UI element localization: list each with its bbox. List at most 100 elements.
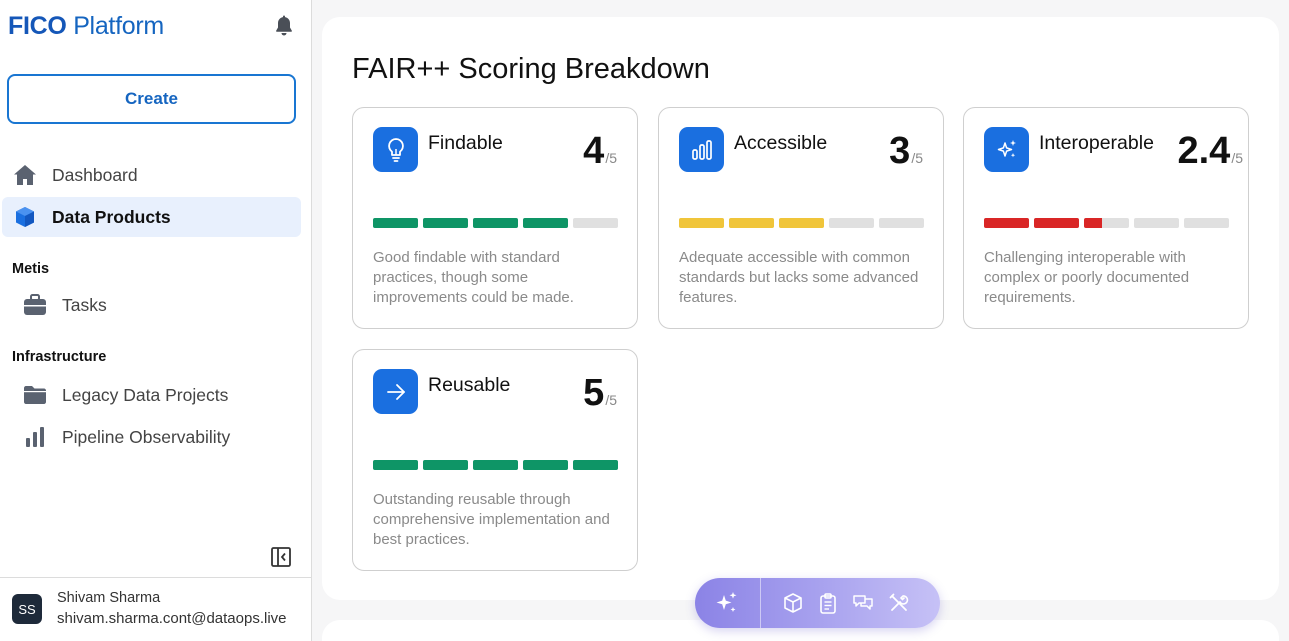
score-value: 2.4 /5 <box>1177 130 1243 173</box>
score-bar-fill <box>1084 218 1102 228</box>
score-bar-fill <box>729 218 774 228</box>
sidebar-item-label: Pipeline Observability <box>62 426 231 447</box>
score-bar-segment <box>1034 218 1079 228</box>
score-card-reusable: Reusable 5 /5 Outstanding reusable throu… <box>352 349 638 571</box>
score-bar-fill <box>423 218 468 228</box>
avatar: SS <box>12 594 42 624</box>
brand-logo[interactable]: FICO Platform <box>8 12 164 41</box>
sidebar-item-legacy-data-projects[interactable]: Legacy Data Projects <box>2 375 301 415</box>
score-bar <box>373 460 618 470</box>
score-value: 5 /5 <box>583 372 617 415</box>
section-title-infrastructure: Infrastructure <box>12 349 107 365</box>
score-number: 3 <box>889 130 911 172</box>
score-bar-segment <box>984 218 1029 228</box>
score-bar-segment <box>829 218 874 228</box>
collapse-sidebar-icon[interactable] <box>271 547 291 567</box>
score-bar-fill <box>984 218 1029 228</box>
score-card-interoperable: Interoperable 2.4 /5 Challenging interop… <box>963 107 1249 329</box>
score-bar-segment <box>1134 218 1179 228</box>
score-max: /5 <box>911 150 923 166</box>
score-bar-segment <box>1084 218 1129 228</box>
score-bar <box>373 218 618 228</box>
score-description: Outstanding reusable through comprehensi… <box>373 491 610 548</box>
floating-toolbar <box>695 578 940 628</box>
score-max: /5 <box>605 392 617 408</box>
arrow-right-icon <box>373 369 418 414</box>
cube-icon[interactable] <box>782 592 804 614</box>
score-bar-segment <box>729 218 774 228</box>
score-card-accessible: Accessible 3 /5 Adequate accessible with… <box>658 107 944 329</box>
lightbulb-icon <box>373 127 418 172</box>
sidebar-item-tasks[interactable]: Tasks <box>2 285 301 325</box>
score-bar-segment <box>473 460 518 470</box>
sidebar-item-label: Legacy Data Projects <box>62 384 229 405</box>
score-card-title: Accessible <box>734 132 828 154</box>
score-bar-segment <box>779 218 824 228</box>
score-bar-segment <box>679 218 724 228</box>
score-bar-segment <box>423 218 468 228</box>
score-bar-segment <box>1184 218 1229 228</box>
score-bar-fill <box>523 460 568 470</box>
score-card-findable: Findable 4 /5 Good findable with standar… <box>352 107 638 329</box>
score-bar-segment <box>373 460 418 470</box>
score-card-title: Interoperable <box>1039 132 1154 154</box>
toolbar-divider <box>760 578 761 628</box>
score-card-title: Findable <box>428 132 503 154</box>
clipboard-icon[interactable] <box>817 592 839 614</box>
score-description: Good findable with standard practices, t… <box>373 249 574 306</box>
score-max: /5 <box>1231 150 1243 166</box>
section-title-metis: Metis <box>12 261 50 277</box>
sparkles-icon <box>984 127 1029 172</box>
sidebar-item-label: Data Products <box>52 206 171 227</box>
score-bar-fill <box>523 218 568 228</box>
score-bar-segment <box>523 218 568 228</box>
user-name: Shivam Sharma <box>57 590 161 606</box>
score-description: Challenging interoperable with complex o… <box>984 249 1190 306</box>
score-bar-segment <box>573 218 618 228</box>
tools-icon[interactable] <box>888 592 910 614</box>
score-number: 5 <box>583 372 605 414</box>
user-profile[interactable]: SS Shivam Sharma shivam.sharma.cont@data… <box>0 577 311 641</box>
score-number: 2.4 <box>1177 130 1231 172</box>
signal-bars-icon <box>679 127 724 172</box>
sidebar-item-dashboard[interactable]: Dashboard <box>2 155 301 195</box>
ai-assistant-sparkles-icon[interactable] <box>713 590 739 616</box>
bell-icon[interactable] <box>272 14 296 38</box>
briefcase-icon <box>22 292 48 318</box>
sidebar: FICO Platform Create Dashboard Data Prod… <box>0 0 312 641</box>
score-bar-segment <box>523 460 568 470</box>
page-title: FAIR++ Scoring Breakdown <box>352 53 710 85</box>
score-bar-fill <box>373 218 418 228</box>
user-email: shivam.sharma.cont@dataops.live <box>57 610 287 627</box>
score-bar-fill <box>373 460 418 470</box>
score-description: Adequate accessible with common standard… <box>679 249 919 306</box>
score-value: 4 /5 <box>583 130 617 173</box>
score-card-title: Reusable <box>428 374 511 396</box>
score-bar-segment <box>423 460 468 470</box>
sidebar-item-label: Dashboard <box>52 164 138 185</box>
score-bar-fill <box>573 460 618 470</box>
sidebar-item-label: Tasks <box>62 294 107 315</box>
score-value: 3 /5 <box>889 130 923 173</box>
bar-chart-icon <box>22 424 48 450</box>
home-icon <box>12 162 38 188</box>
score-bar-segment <box>473 218 518 228</box>
score-bar-fill <box>473 218 518 228</box>
score-max: /5 <box>605 150 617 166</box>
cube-icon <box>12 204 38 230</box>
score-bar-fill <box>1034 218 1079 228</box>
score-bar-fill <box>679 218 724 228</box>
score-bar-segment <box>879 218 924 228</box>
score-bar-segment <box>573 460 618 470</box>
score-bar <box>984 218 1229 228</box>
sidebar-item-data-products[interactable]: Data Products <box>2 197 301 237</box>
score-bar-fill <box>779 218 824 228</box>
score-bar-fill <box>423 460 468 470</box>
sidebar-item-pipeline-observability[interactable]: Pipeline Observability <box>2 417 301 457</box>
folder-icon <box>22 382 48 408</box>
create-button[interactable]: Create <box>7 74 296 124</box>
chat-icon[interactable] <box>852 592 874 614</box>
score-bar-fill <box>473 460 518 470</box>
score-number: 4 <box>583 130 605 172</box>
score-bar <box>679 218 924 228</box>
